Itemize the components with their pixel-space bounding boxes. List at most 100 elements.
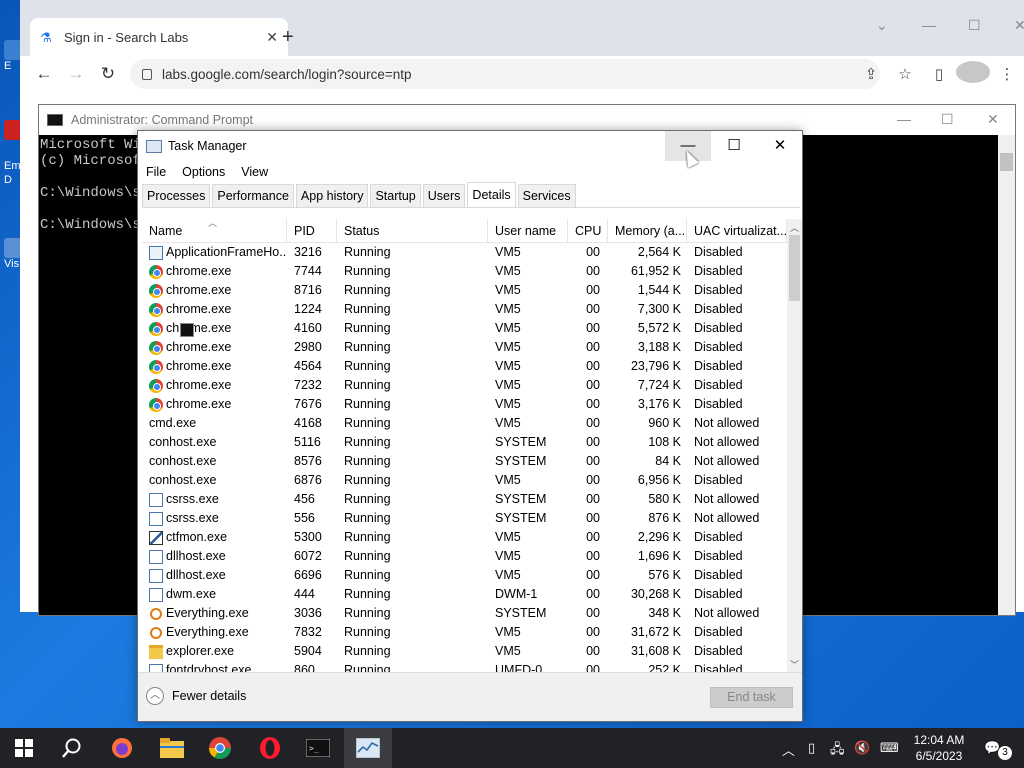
column-header-user[interactable]: User name xyxy=(488,219,568,242)
volume-muted-icon[interactable]: 🔇 xyxy=(854,740,870,756)
taskbar-firefox[interactable] xyxy=(98,728,146,768)
table-body: ApplicationFrameHo... 3216 Running VM5 00 2,5… xyxy=(142,243,787,673)
tab-app-history[interactable]: App history xyxy=(295,184,369,207)
tab-users[interactable]: Users xyxy=(422,184,466,207)
pen-icon xyxy=(149,530,163,545)
profile-avatar[interactable] xyxy=(956,61,990,87)
cell-pid: 4564 xyxy=(294,359,322,373)
cell-pid: 556 xyxy=(294,511,315,525)
table-row[interactable]: dwm.exe 444 Running DWM-1 00 30,268 K Disabled xyxy=(142,585,787,604)
table-row[interactable]: Everything.exe 7832 Running VM5 00 31,672 K Di… xyxy=(142,623,787,642)
menu-options[interactable]: Options xyxy=(174,163,233,183)
table-scrollbar[interactable]: ︿ ﹀ xyxy=(787,219,802,673)
close-icon[interactable]: ✕ xyxy=(1014,17,1024,34)
taskbar-command-prompt[interactable]: >_ xyxy=(294,728,342,768)
table-row[interactable]: chrome.exe 8716 Running VM5 00 1,544 K Disable… xyxy=(142,281,787,300)
minimize-icon[interactable]: — xyxy=(922,17,936,33)
table-row[interactable]: chrome.exe 7744 Running VM5 00 61,952 K Disabl… xyxy=(142,262,787,281)
cell-status: Running xyxy=(344,264,391,278)
maximize-icon[interactable]: ☐ xyxy=(968,17,981,34)
tab-details[interactable]: Details xyxy=(467,182,516,207)
taskbar-file-explorer[interactable] xyxy=(148,728,196,768)
table-row[interactable]: chrome.exe 4160 Running VM5 00 5,572 K Disable… xyxy=(142,319,787,338)
task-manager-title: Task Manager xyxy=(168,139,247,153)
system-process-icon xyxy=(149,549,163,564)
tab-startup[interactable]: Startup xyxy=(370,184,421,207)
close-tab-icon[interactable]: ✕ xyxy=(266,29,278,46)
scroll-thumb[interactable] xyxy=(1000,153,1013,171)
tab-processes[interactable]: Processes xyxy=(142,184,211,207)
cell-name: chrome.exe xyxy=(142,357,287,376)
menu-file[interactable]: File xyxy=(138,163,174,183)
column-header-uac[interactable]: UAC virtualizat... xyxy=(687,219,787,242)
back-icon[interactable]: ← xyxy=(28,64,60,84)
taskbar-task-manager[interactable] xyxy=(344,728,392,768)
column-header-pid[interactable]: PID xyxy=(287,219,337,242)
taskbar-opera[interactable] xyxy=(246,728,294,768)
maximize-icon[interactable]: ☐ xyxy=(941,111,954,128)
console-scrollbar[interactable] xyxy=(998,135,1015,615)
table-row[interactable]: dllhost.exe 6072 Running VM5 00 1,696 K Disabl… xyxy=(142,547,787,566)
minimize-icon[interactable]: — xyxy=(897,111,911,127)
table-row[interactable]: conhost.exe 5116 Running SYSTEM 00 108 K Not a… xyxy=(142,323,787,452)
fewer-details-button[interactable]: ︿ Fewer details xyxy=(146,687,246,705)
bookmark-star-icon[interactable]: ☆ xyxy=(888,65,922,83)
reload-icon[interactable]: ↻ xyxy=(92,64,124,84)
table-row[interactable]: ApplicationFrameHo... 3216 Running VM5 00 2,5… xyxy=(142,243,787,262)
start-button[interactable] xyxy=(0,728,48,768)
new-tab-button[interactable]: + xyxy=(282,26,294,49)
cell-user: VM5 xyxy=(495,416,521,430)
tab-services[interactable]: Services xyxy=(517,184,576,207)
network-icon[interactable]: 🖧 xyxy=(830,740,845,762)
table-row[interactable]: cmd.exe 4168 Running VM5 00 960 K Not allowed xyxy=(142,323,787,433)
table-row[interactable]: chrome.exe 7676 Running VM5 00 3,176 K Disable… xyxy=(142,395,787,414)
table-row[interactable]: csrss.exe 456 Running SYSTEM 00 580 K Not allo… xyxy=(142,490,787,509)
table-row[interactable]: Everything.exe 3036 Running SYSTEM 00 348 K No… xyxy=(142,604,787,623)
taskbar-chrome[interactable] xyxy=(196,728,244,768)
keyboard-icon[interactable]: ⌨ xyxy=(880,740,899,756)
table-row[interactable]: chrome.exe 1224 Running VM5 00 7,300 K Disable… xyxy=(142,300,787,319)
search-magnifier-icon xyxy=(150,626,162,639)
browser-tab[interactable]: ⚗ Sign in - Search Labs ✕ xyxy=(30,18,288,56)
tab-search-icon[interactable]: ⌄ xyxy=(876,17,888,34)
taskbar-clock[interactable]: 12:04 AM 6/5/2023 xyxy=(904,732,974,764)
table-row[interactable]: csrss.exe 556 Running SYSTEM 00 876 K Not allo… xyxy=(142,509,787,528)
cell-pid: 7676 xyxy=(294,397,322,411)
scroll-up-icon[interactable]: ︿ xyxy=(790,221,799,234)
column-header-status[interactable]: Status xyxy=(337,219,488,242)
table-row[interactable]: conhost.exe 8576 Running SYSTEM 00 84 K Not al… xyxy=(142,323,787,471)
cell-cpu: 00 xyxy=(586,587,600,601)
show-hidden-icons-icon[interactable]: ︿ xyxy=(782,740,795,759)
table-row[interactable]: dllhost.exe 6696 Running VM5 00 576 K Disabled xyxy=(142,566,787,585)
cell-name: conhost.exe xyxy=(142,323,287,490)
scroll-down-icon[interactable]: ﹀ xyxy=(790,658,799,671)
column-header-memory[interactable]: Memory (a... xyxy=(608,219,687,242)
table-row[interactable]: chrome.exe 4564 Running VM5 00 23,796 K Disabl… xyxy=(142,357,787,376)
cell-status: Running xyxy=(344,492,391,506)
table-row[interactable]: chrome.exe 7232 Running VM5 00 7,724 K Disable… xyxy=(142,376,787,395)
menu-dots-icon[interactable]: ⋮ xyxy=(990,65,1024,83)
menu-view[interactable]: View xyxy=(233,163,276,183)
tab-performance[interactable]: Performance xyxy=(212,184,294,207)
avatar xyxy=(956,61,990,83)
table-row[interactable]: conhost.exe 6876 Running VM5 00 6,956 K Disabl… xyxy=(142,323,787,490)
end-task-button[interactable]: End task xyxy=(710,687,793,708)
tablet-icon[interactable]: ▯ xyxy=(808,740,815,756)
command-prompt-title: Administrator: Command Prompt xyxy=(71,113,254,127)
table-row[interactable]: chrome.exe 2980 Running VM5 00 3,188 K Disable… xyxy=(142,338,787,357)
scroll-thumb[interactable] xyxy=(789,235,800,301)
search-button[interactable] xyxy=(48,728,96,768)
table-row[interactable]: ctfmon.exe 5300 Running VM5 00 2,296 K Disable… xyxy=(142,528,787,547)
maximize-button[interactable]: ☐ xyxy=(711,131,757,161)
table-row[interactable]: explorer.exe 5904 Running VM5 00 31,608 K Disa… xyxy=(142,642,787,661)
side-panel-icon[interactable]: ▯ xyxy=(922,65,956,83)
forward-icon[interactable]: → xyxy=(60,64,92,84)
cell-pid: 4160 xyxy=(294,321,322,335)
close-button[interactable]: ✕ xyxy=(757,131,803,161)
close-icon[interactable]: ✕ xyxy=(987,111,999,128)
cell-status: Running xyxy=(344,283,391,297)
share-icon[interactable]: ⇪ xyxy=(854,65,888,83)
cell-user: VM5 xyxy=(495,264,521,278)
column-header-cpu[interactable]: CPU xyxy=(568,219,608,242)
address-bar[interactable]: labs.google.com/search/login?source=ntp xyxy=(130,59,880,89)
